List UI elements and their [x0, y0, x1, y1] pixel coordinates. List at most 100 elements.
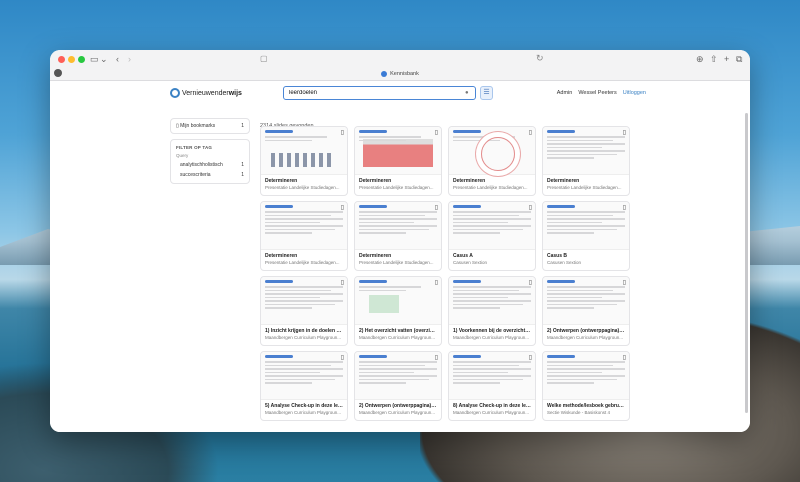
bookmark-icon[interactable]: ▯ — [341, 129, 344, 136]
tag-count: 1 — [241, 172, 244, 178]
slide-image — [363, 139, 433, 167]
slide-thumbnail[interactable]: ▯ — [355, 277, 441, 325]
slide-card[interactable]: ▯ Casus B Casusen Sextion — [542, 201, 630, 271]
bookmark-icon[interactable]: ▯ — [529, 129, 532, 136]
slide-title: Casus B — [547, 253, 568, 259]
slide-thumbnail[interactable]: ▯ — [543, 202, 629, 250]
bookmark-icon[interactable]: ▯ — [623, 204, 626, 211]
browser-window: ▭ ⌄ ‹ › ▢ ↻ ⊕ ⇧ + ⧉ Kennisbank Vernieuwe… — [50, 50, 750, 432]
downloads-icon[interactable]: ⊕ — [696, 53, 704, 65]
slide-title: 2) Het overzicht vatten (overzichtsp... — [359, 328, 441, 334]
slide-thumbnail[interactable]: ▯ — [261, 277, 347, 325]
slide-title: Determineren — [547, 178, 580, 184]
sidebar-toggle-icon[interactable]: ▭ — [90, 53, 99, 65]
tab-kennisbank[interactable]: Kennisbank — [381, 71, 419, 77]
tag-filter-panel: FILTER OP TAG Query analytischholistisch… — [170, 139, 250, 184]
slide-card[interactable]: ▯ Determineren Presentatie Landelijke Stud… — [354, 201, 442, 271]
slide-thumbnail[interactable]: ▯ — [543, 127, 629, 175]
slide-card[interactable]: ▯ Welke methode/lesboek gebruik je ... Sec… — [542, 351, 630, 421]
bookmark-icon[interactable]: ▯ — [341, 204, 344, 211]
slide-thumbnail[interactable]: ▯ — [355, 202, 441, 250]
clear-search-icon[interactable]: ● — [465, 90, 469, 96]
slide-card[interactable]: ▯ Determineren Presentatie Landelijke Stud… — [542, 126, 630, 196]
maximize-window-button[interactable] — [78, 56, 85, 63]
logo-text: Vernieuwender — [182, 89, 229, 97]
slide-thumbnail[interactable]: ▯ — [449, 127, 535, 175]
slide-thumbnail[interactable]: ▯ — [355, 127, 441, 175]
nav-user-name[interactable]: Wessel Peeters — [578, 90, 616, 96]
slide-title: Welke methode/lesboek gebruik je ... — [547, 403, 629, 409]
bookmark-icon[interactable]: ▯ — [529, 204, 532, 211]
user-nav: Admin Wessel Peeters Uitloggen — [557, 90, 646, 96]
bookmark-icon[interactable]: ▯ — [435, 354, 438, 361]
bookmark-icon[interactable]: ▯ — [623, 354, 626, 361]
slide-title: Determineren — [359, 253, 392, 259]
slide-card[interactable]: ▯ Determineren Presentatie Landelijke Stud… — [354, 126, 442, 196]
nav-admin[interactable]: Admin — [557, 90, 573, 96]
minimize-window-button[interactable] — [68, 56, 75, 63]
new-tab-icon[interactable]: + — [724, 53, 729, 65]
slide-thumbnail[interactable]: ▯ — [261, 127, 347, 175]
tag-label: analytischholistisch — [180, 162, 223, 168]
slide-source: Presentatie Landelijke Studiedagen... — [547, 185, 622, 190]
query-label: Query — [176, 153, 189, 158]
my-bookmarks-button[interactable]: ▯ Mijn bookmarks 1 — [170, 118, 250, 134]
slide-card[interactable]: ▯ 2) Het overzicht vatten (overzichtsp...… — [354, 276, 442, 346]
slide-source: Presentatie Landelijke Studiedagen... — [265, 185, 340, 190]
slide-title: Casus A — [453, 253, 473, 259]
slide-source: Presentatie Landelijke Studiedagen... — [359, 260, 434, 265]
share-icon[interactable]: ⇧ — [710, 53, 718, 65]
slide-card[interactable]: ▯ 5) Analyse Check-up in deze lesb... Maan… — [260, 351, 348, 421]
slide-title: 8) Analyse Check-up in deze lesb... — [453, 403, 535, 409]
slide-thumbnail[interactable]: ▯ — [449, 202, 535, 250]
bookmark-icon[interactable]: ▯ — [623, 279, 626, 286]
logo[interactable]: Vernieuwenderwijs — [170, 88, 242, 98]
tag-item[interactable]: succescriteria 1 — [176, 172, 244, 178]
slide-card[interactable]: ▯ 2) Ontwerpen (ontwerppagina) Do... Maand… — [542, 276, 630, 346]
slide-source: Maandbergen Curriculum Playgroun... — [265, 335, 342, 340]
bookmark-icon[interactable]: ▯ — [435, 279, 438, 286]
slide-thumbnail[interactable]: ▯ — [261, 352, 347, 400]
bookmark-icon[interactable]: ▯ — [529, 279, 532, 286]
logo-text-bold: wijs — [228, 89, 242, 97]
search-input[interactable] — [283, 86, 476, 100]
scrollbar[interactable] — [745, 113, 748, 413]
bookmark-icon[interactable]: ▯ — [435, 204, 438, 211]
bookmark-icon[interactable]: ▯ — [435, 129, 438, 136]
chevron-down-icon[interactable]: ⌄ — [100, 53, 108, 65]
slide-card[interactable]: ▯ Casus A Casusen Sextion — [448, 201, 536, 271]
filter-button[interactable]: ☰ — [480, 86, 493, 100]
slide-card[interactable]: ▯ 1) Inzicht krijgen in de doelen Do... Ma… — [260, 276, 348, 346]
slide-title: 2) Ontwerpen (ontwerppagina) Do... — [547, 328, 629, 334]
tag-item[interactable]: analytischholistisch 1 — [176, 162, 244, 168]
tab-overview-icon[interactable]: ⧉ — [736, 53, 742, 65]
slide-card[interactable]: ▯ 1) Voorkennen bij de overzichtspa... Maa… — [448, 276, 536, 346]
slide-title: 1) Voorkennen bij de overzichtspa... — [453, 328, 535, 334]
slide-thumbnail[interactable]: ▯ — [449, 352, 535, 400]
slide-card[interactable]: ▯ Determineren Presentatie Landelijke Stud… — [260, 126, 348, 196]
slide-thumbnail[interactable]: ▯ — [449, 277, 535, 325]
slide-thumbnail[interactable]: ▯ — [543, 277, 629, 325]
slide-thumbnail[interactable]: ▯ — [543, 352, 629, 400]
slide-card[interactable]: ▯ 8) Analyse Check-up in deze lesb... Maan… — [448, 351, 536, 421]
bookmark-icon[interactable]: ▯ — [529, 354, 532, 361]
bookmark-icon[interactable]: ▯ — [623, 129, 626, 136]
bookmark-icon[interactable]: ▯ — [341, 354, 344, 361]
sliders-icon: ☰ — [483, 89, 490, 96]
reload-icon[interactable]: ↻ — [536, 53, 544, 64]
bookmark-icon[interactable]: ▯ — [341, 279, 344, 286]
nav-logout[interactable]: Uitloggen — [623, 90, 646, 96]
slide-source: Presentatie Landelijke Studiedagen... — [265, 260, 340, 265]
slide-card[interactable]: ▯ Determineren Presentatie Landelijke Stud… — [260, 201, 348, 271]
slide-card[interactable]: ▯ Determineren Presentatie Landelijke Stud… — [448, 126, 536, 196]
sidebar: ▯ Mijn bookmarks 1 FILTER OP TAG Query a… — [170, 118, 250, 184]
slide-title: Determineren — [265, 178, 298, 184]
slide-thumbnail[interactable]: ▯ — [261, 202, 347, 250]
slide-card[interactable]: ▯ 2) Ontwerpen (ontwerppagina) Do... Maand… — [354, 351, 442, 421]
close-window-button[interactable] — [58, 56, 65, 63]
slide-source: Maandbergen Curriculum Playgroun... — [547, 335, 624, 340]
slide-thumbnail[interactable]: ▯ — [355, 352, 441, 400]
back-icon[interactable]: ‹ — [116, 53, 119, 65]
slide-source: Maandbergen Curriculum Playgroun... — [359, 335, 436, 340]
forward-icon[interactable]: › — [128, 53, 131, 65]
